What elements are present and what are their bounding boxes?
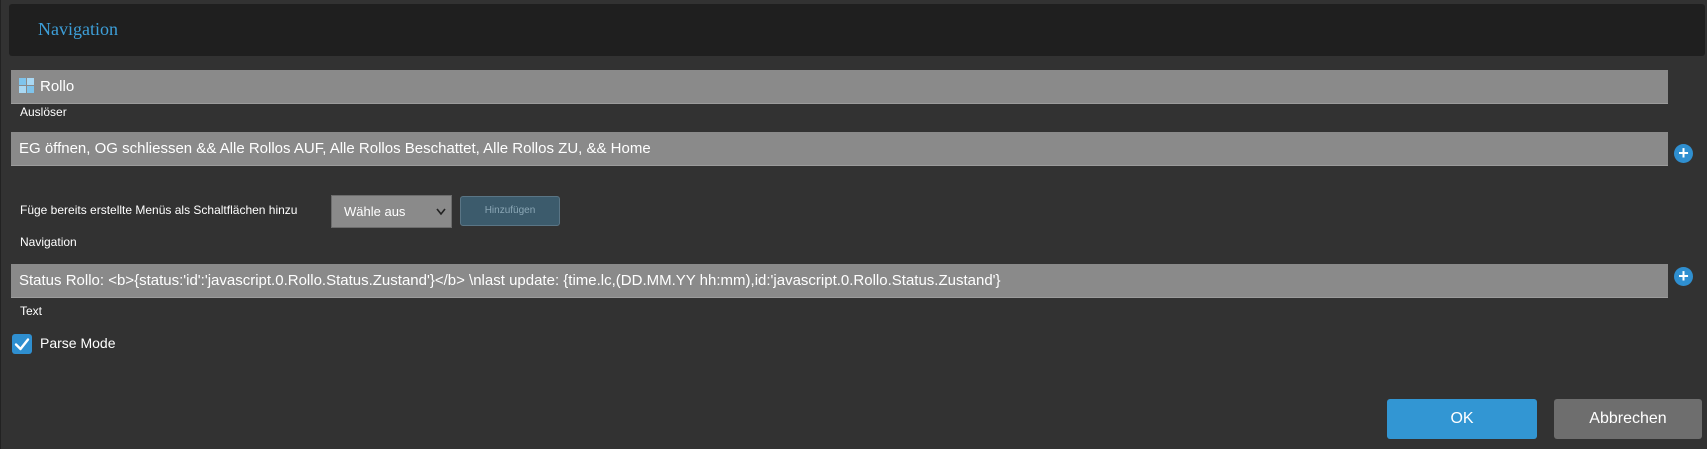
cancel-button[interactable]: Abbrechen xyxy=(1554,399,1702,439)
menu-select-value: Wähle aus xyxy=(344,204,406,219)
add-navigation-button[interactable]: + xyxy=(1674,144,1693,163)
plus-circle-icon: + xyxy=(1678,143,1689,163)
navigation-dialog: Navigation Rollo Auslöser EG öffnen, OG … xyxy=(0,0,1707,449)
parse-mode-checkbox[interactable] xyxy=(12,334,32,354)
menu-field-value: Rollo xyxy=(40,78,75,95)
dialog-titlebar: Navigation xyxy=(9,4,1705,56)
add-menus-label: Füge bereits erstellte Menüs als Schaltf… xyxy=(20,203,298,217)
chevron-down-icon xyxy=(435,196,447,240)
window-icon xyxy=(19,78,34,93)
navigation-field[interactable]: EG öffnen, OG schliessen && Alle Rollos … xyxy=(11,132,1668,166)
text-label: Text xyxy=(20,304,43,318)
trigger-label: Auslöser xyxy=(20,105,67,119)
plus-circle-icon: + xyxy=(1678,266,1689,286)
navigation-label: Navigation xyxy=(20,235,77,249)
parse-mode-label: Parse Mode xyxy=(40,335,116,351)
add-menu-button[interactable]: Hinzufügen xyxy=(460,196,560,226)
text-field-value: Status Rollo: <b>{status:'id':'javascrip… xyxy=(19,272,1001,289)
navigation-field-value: EG öffnen, OG schliessen && Alle Rollos … xyxy=(19,140,651,157)
ok-button[interactable]: OK xyxy=(1387,399,1537,439)
text-field[interactable]: Status Rollo: <b>{status:'id':'javascrip… xyxy=(11,264,1668,298)
menu-select[interactable]: Wähle aus xyxy=(331,195,452,228)
dialog-title: Navigation xyxy=(38,19,118,39)
add-text-button[interactable]: + xyxy=(1674,267,1693,286)
menu-field[interactable]: Rollo xyxy=(11,70,1668,104)
checkmark-icon xyxy=(14,338,30,351)
